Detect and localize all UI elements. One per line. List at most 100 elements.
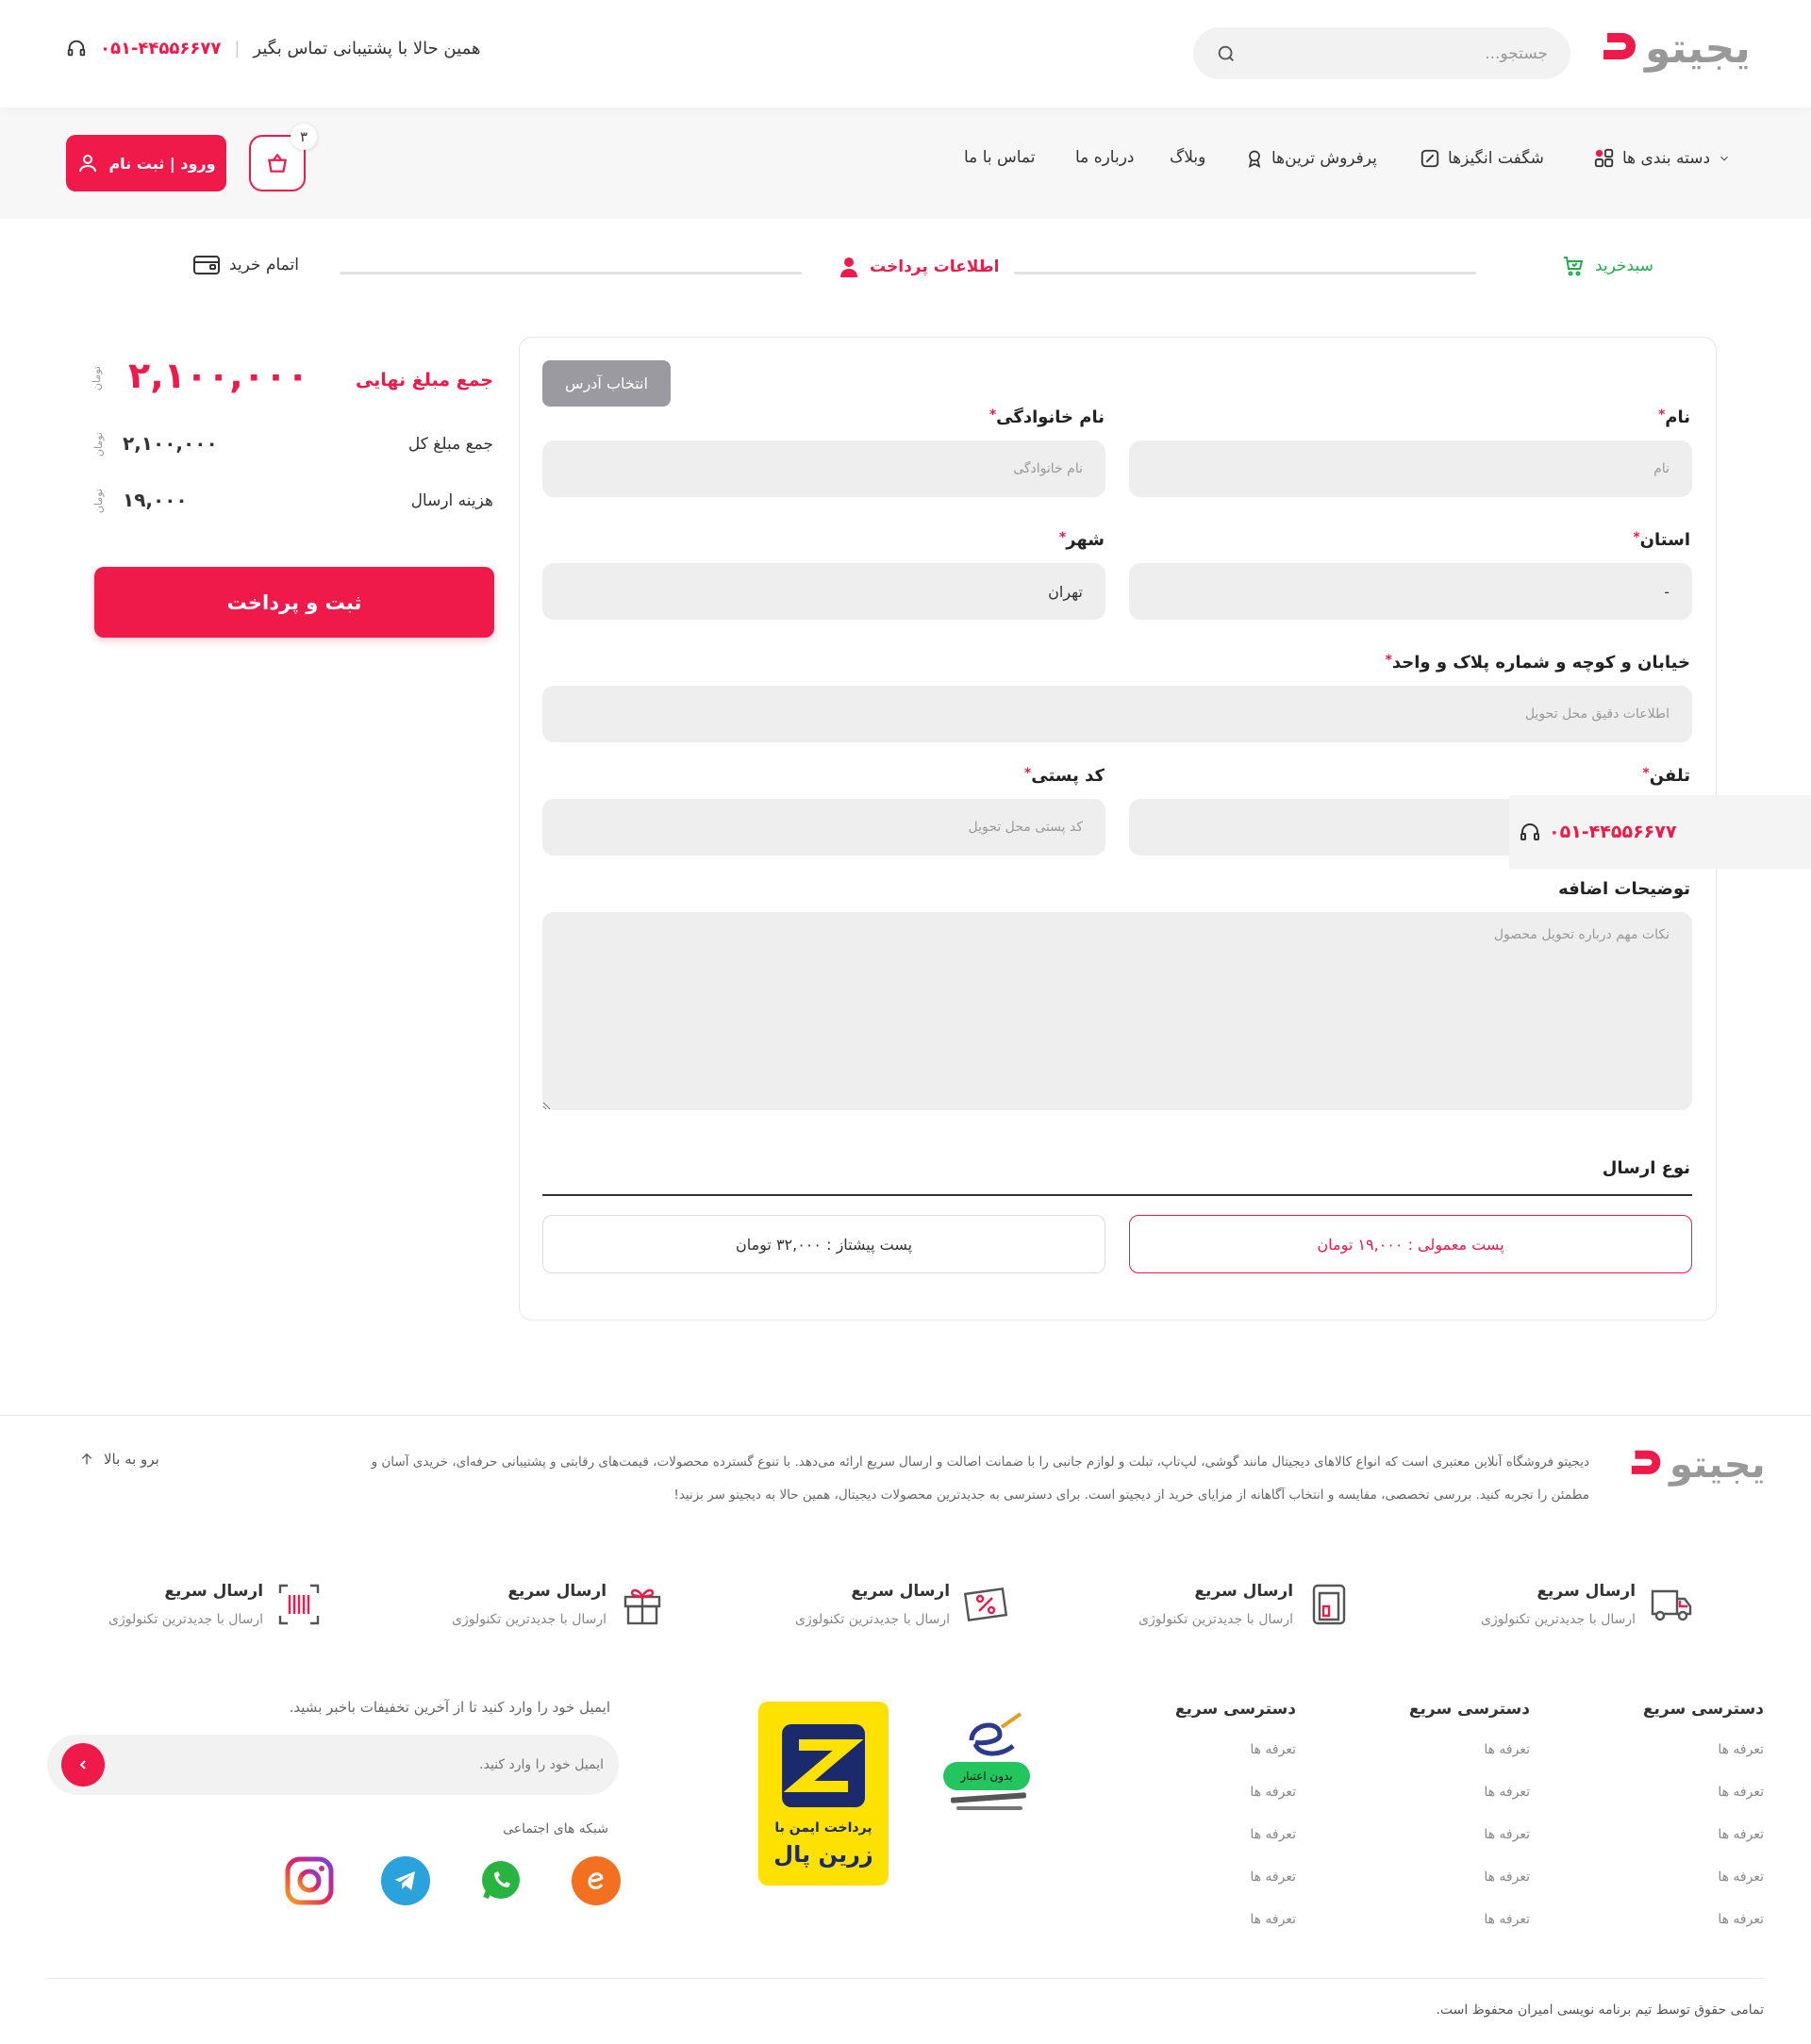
zarinpal-badge[interactable]: پرداخت ایمن با زرین پال [758, 1702, 889, 1886]
nav-amazing-offers[interactable]: شگفت انگیزها [1420, 148, 1544, 169]
nav-blog-label: وبلاگ [1170, 148, 1206, 167]
nav-about[interactable]: درباره ما [1075, 148, 1135, 167]
footer-link[interactable]: تعرفه ها [1250, 1785, 1296, 1800]
arrow-up-icon [81, 1453, 92, 1465]
search-box[interactable]: جستجو... [1193, 27, 1570, 79]
last-name-input[interactable] [542, 440, 1105, 497]
search-input[interactable]: جستجو... [1485, 44, 1548, 63]
back-to-top-label: برو به بالا [104, 1451, 159, 1468]
shipping-divider [542, 1194, 1692, 1196]
footer-link[interactable]: تعرفه ها [1250, 1870, 1296, 1885]
shipping-option-label: پست پیشتاز : ۳۲,۰۰۰ تومان [735, 1235, 913, 1254]
truck-icon [1651, 1589, 1692, 1621]
footer-link[interactable]: تعرفه ها [1484, 1827, 1530, 1842]
nav-contact[interactable]: تماس با ما [964, 148, 1036, 167]
enamad-logo-icon [969, 1712, 1022, 1756]
footer-link[interactable]: تعرفه ها [1484, 1785, 1530, 1800]
search-icon[interactable] [1216, 43, 1237, 64]
step-divider [340, 272, 802, 274]
notes-label: توضیحات اضافه [1558, 879, 1690, 899]
footer-link[interactable]: تعرفه ها [1250, 1827, 1296, 1842]
about-line: مطمئن را تجربه کنید. بررسی تخصصی، مقایسه… [673, 1487, 1589, 1503]
subtotal-label: جمع مبلغ کل [407, 435, 493, 454]
footer-logo-text: یجیتو [1670, 1443, 1766, 1487]
footer-link[interactable]: تعرفه ها [1250, 1912, 1296, 1927]
feature-item: ارسال سریع ارسال با جدیدترین تکنولوژی [452, 1582, 665, 1627]
address-label: خیابان و کوچه و شماره پلاک و واحد* [1385, 653, 1690, 673]
copyright-divider [47, 1978, 1764, 1979]
logo-mark-icon [1603, 32, 1636, 59]
shipping-option-regular[interactable]: پست معمولی : ۱۹,۰۰۰ تومان [1129, 1215, 1692, 1273]
step-cart[interactable]: سبدخرید [1561, 255, 1653, 277]
nav-bestsellers[interactable]: پرفروش ترین‌ها [1245, 148, 1377, 169]
first-name-input[interactable] [1129, 440, 1692, 497]
whatsapp-link[interactable] [476, 1856, 525, 1905]
newsletter-text: ایمیل خود را وارد کنید تا از آخرین تخفیف… [289, 1699, 610, 1716]
province-select[interactable]: - [1129, 563, 1692, 620]
step-complete[interactable]: اتمام خرید [193, 255, 299, 275]
cart-button[interactable]: ۳ [249, 124, 317, 191]
zarinpal-logo-icon [782, 1724, 865, 1807]
floating-phone-widget[interactable]: ۰۵۱-۴۴۵۵۶۶۷۷ [1509, 795, 1811, 869]
footer-link[interactable]: تعرفه ها [1250, 1742, 1296, 1757]
currency-label: تومان [92, 489, 105, 514]
footer-link[interactable]: تعرفه ها [1718, 1827, 1764, 1842]
footer-link[interactable]: تعرفه ها [1718, 1742, 1764, 1757]
shipping-type-title: نوع ارسال [1602, 1158, 1690, 1178]
medal-icon [1248, 150, 1261, 168]
step-payment-info[interactable]: اطلاعات پرداخت [838, 255, 1000, 279]
categories-icon [1594, 148, 1614, 168]
social-title: شبکه های اجتماعی [503, 1821, 608, 1836]
wallet-icon [1312, 1584, 1346, 1625]
discount-icon [963, 1587, 1008, 1622]
nav-categories-label: دسته بندی ها [1622, 149, 1711, 168]
province-label: استان* [1633, 530, 1690, 550]
cart-count-badge: ۳ [291, 124, 317, 150]
nav-categories[interactable]: دسته بندی ها [1594, 148, 1731, 169]
footer-link[interactable]: تعرفه ها [1718, 1912, 1764, 1927]
final-total-value: ۲,۱۰۰,۰۰۰ [128, 355, 309, 396]
back-to-top-button[interactable]: برو به بالا [79, 1451, 159, 1468]
login-label: ورود | ثبت نام [108, 154, 216, 173]
instagram-link[interactable] [285, 1856, 334, 1905]
instagram-icon [285, 1856, 334, 1905]
enamad-trust-seal[interactable]: بدون اعتبار [943, 1703, 1038, 1830]
support-phone[interactable]: ۰۵۱-۴۴۵۵۶۶۷۷ [100, 39, 221, 58]
nav-blog[interactable]: وبلاگ [1170, 148, 1205, 167]
city-select[interactable]: تهران [542, 563, 1105, 620]
footer-link[interactable]: تعرفه ها [1484, 1912, 1530, 1927]
subtotal-value: ۲,۱۰۰,۰۰۰ [123, 432, 218, 455]
shipping-cost-value: ۱۹,۰۰۰ [123, 489, 188, 511]
province-value: - [1664, 582, 1670, 601]
support-text: همین حالا با پشتیبانی تماس بگیر [253, 38, 481, 58]
phone-label: تلفن* [1642, 766, 1690, 786]
feature-item: ارسال سریع ارسال با جدیدترین تکنولوژی [1481, 1582, 1694, 1627]
newsletter-submit-button[interactable] [61, 1743, 105, 1786]
footer-link[interactable]: تعرفه ها [1484, 1742, 1530, 1757]
footer-link[interactable]: تعرفه ها [1484, 1870, 1530, 1885]
logo-text: یجیتو [1645, 25, 1751, 73]
footer-about-text: دیجیتو فروشگاه آنلاین معتبری است که انوا… [222, 1446, 1589, 1512]
telegram-link[interactable] [381, 1856, 430, 1905]
select-address-button[interactable]: انتخاب آدرس [542, 360, 671, 407]
footer-logo[interactable]: یجیتو [1630, 1443, 1766, 1487]
shipping-option-express[interactable]: پست پیشتاز : ۳۲,۰۰۰ تومان [542, 1215, 1105, 1273]
address-input[interactable] [542, 686, 1692, 742]
enamad-scribble [950, 1792, 1027, 1803]
separator: | [234, 38, 241, 58]
email-input[interactable] [123, 1744, 604, 1786]
footer-link[interactable]: تعرفه ها [1718, 1785, 1764, 1800]
about-line: دیجیتو فروشگاه آنلاین معتبری است که انوا… [371, 1454, 1589, 1470]
currency-label: تومان [92, 432, 105, 457]
submit-pay-button[interactable]: ثبت و پرداخت [94, 567, 494, 638]
discount-tag-icon [1421, 149, 1439, 168]
postal-code-input[interactable] [542, 799, 1105, 856]
login-register-button[interactable]: ورود | ثبت نام [66, 135, 226, 191]
eitaa-link[interactable] [572, 1856, 621, 1905]
site-logo[interactable]: یجیتو [1602, 25, 1751, 73]
shipping-cost-label: هزینه ارسال [410, 491, 493, 510]
footer-link[interactable]: تعرفه ها [1718, 1870, 1764, 1885]
feature-item: ارسال سریع ارسال با جدیدترین تکنولوژی [108, 1582, 322, 1627]
notes-textarea[interactable] [542, 912, 1692, 1110]
eitaa-icon [583, 1868, 609, 1894]
